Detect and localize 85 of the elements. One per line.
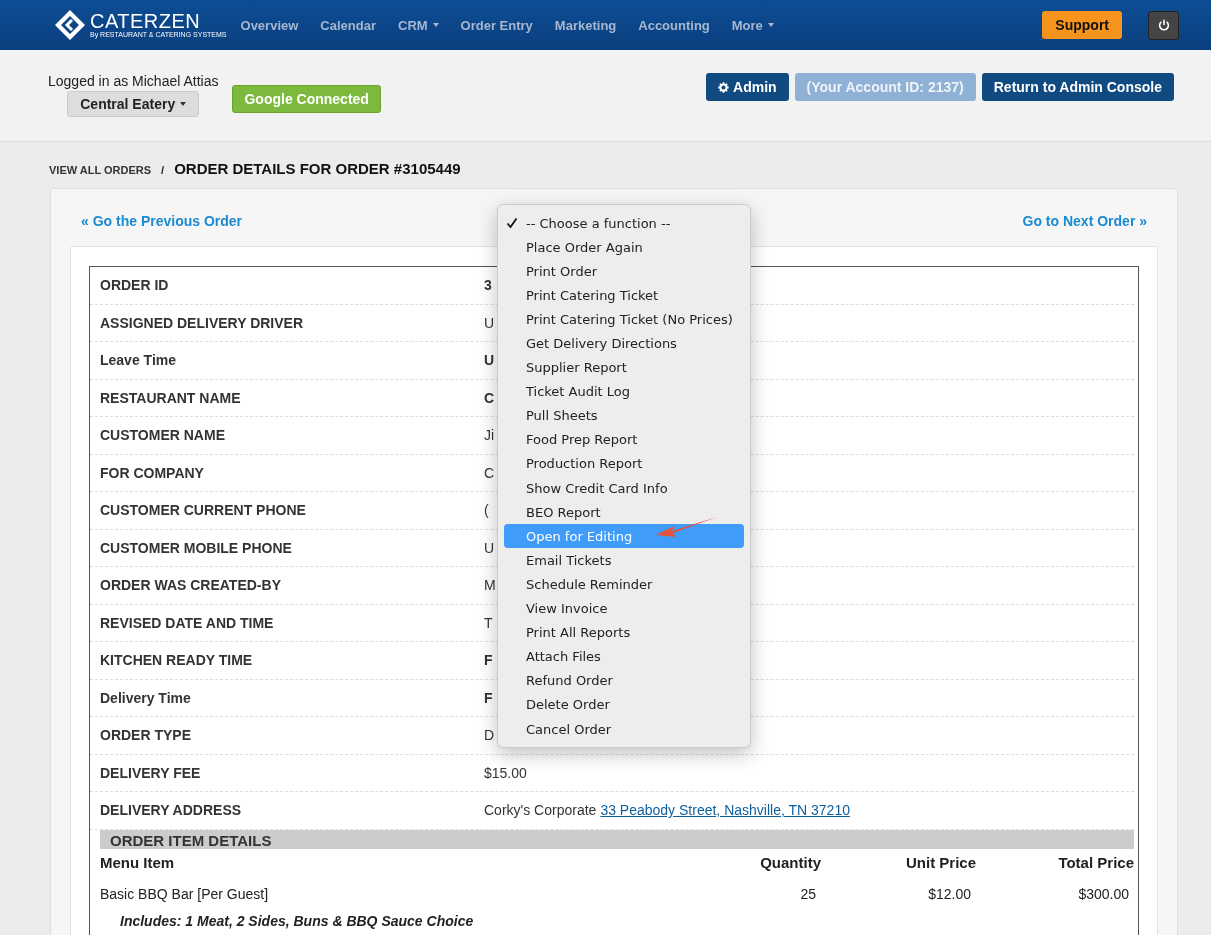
menu-item[interactable]: Place Order Again — [504, 235, 744, 260]
field-value: Ji — [484, 427, 495, 444]
field-value: T — [484, 614, 493, 631]
menu-item[interactable]: Print Catering Ticket (No Prices) — [504, 307, 744, 332]
item-note: Includes: 1 Meat, 2 Sides, Buns & BBQ Sauce Choice — [119, 911, 475, 931]
nav-link[interactable]: Accounting — [638, 17, 710, 33]
table-cell-text: $12.00 — [927, 885, 972, 902]
nav-link[interactable]: Order Entry — [460, 17, 533, 33]
address-link[interactable]: 33 Peabody Street, Nashville, TN 37210 — [600, 802, 850, 819]
field-label: CUSTOMER MOBILE PHONE — [100, 539, 293, 556]
menu-item[interactable]: -- Choose a function -- — [504, 211, 744, 236]
column-header: Menu Item — [100, 853, 176, 871]
nav-link[interactable]: More — [731, 17, 774, 33]
field-value: U — [484, 352, 495, 369]
field-label: DELIVERY FEE — [100, 764, 202, 781]
column-header: Total Price — [1057, 853, 1134, 871]
menu-item[interactable]: Refund Order — [504, 668, 744, 693]
field-label: CUSTOMER CURRENT PHONE — [100, 502, 307, 519]
field-value: ( — [484, 502, 489, 519]
field-label: Delivery Time — [100, 689, 192, 706]
section-header: ORDER ITEM DETAILS — [100, 829, 1134, 849]
menu-item[interactable]: BEO Report — [504, 500, 744, 525]
logo-name: CATERZEN — [90, 11, 202, 31]
menu-item[interactable]: Print Catering Ticket — [504, 283, 744, 308]
menu-item[interactable]: Email Tickets — [504, 548, 744, 573]
nav-link[interactable]: CRM — [398, 17, 439, 33]
nav-link[interactable]: Calendar — [320, 17, 376, 33]
field-label: RESTAURANT NAME — [100, 389, 242, 406]
field-label: ORDER TYPE — [100, 727, 192, 744]
location-dropdown[interactable]: Central Eatery — [67, 91, 200, 117]
menu-item[interactable]: Delete Order — [504, 692, 744, 717]
field-value: D — [484, 727, 495, 744]
table-cell-text: 25 — [799, 885, 817, 902]
menu-item[interactable]: Ticket Audit Log — [504, 379, 744, 404]
field-label: ORDER ID — [100, 277, 170, 294]
field-value: C — [484, 464, 495, 481]
menu-item[interactable]: Get Delivery Directions — [504, 331, 744, 356]
menu-item[interactable]: Print Order — [504, 259, 744, 284]
menu-item[interactable]: Production Report — [504, 451, 744, 477]
field-label: CUSTOMER NAME — [100, 427, 226, 444]
menu-item[interactable]: Show Credit Card Info — [504, 476, 744, 501]
menu-item[interactable]: Cancel Order — [504, 716, 744, 742]
field-value: 3 — [484, 277, 492, 294]
field-value: U — [484, 314, 495, 331]
logo-icon — [54, 9, 86, 41]
field-value: U — [484, 539, 495, 556]
field-label: KITCHEN READY TIME — [100, 652, 254, 669]
caret-icon — [180, 102, 187, 106]
field-label: DELIVERY ADDRESS — [100, 802, 243, 819]
field-label: ORDER WAS CREATED-BY — [100, 577, 282, 594]
logged-in-text: Logged in as Michael Attias — [48, 73, 219, 89]
field-label: FOR COMPANY — [100, 464, 205, 481]
column-header: Quantity — [759, 853, 821, 871]
annotation-arrow — [656, 516, 718, 539]
company-name: Corky's Corporate — [484, 802, 597, 819]
field-label: REVISED DATE AND TIME — [100, 614, 275, 631]
field-label: ASSIGNED DELIVERY DRIVER — [100, 314, 305, 331]
field-value: C — [484, 389, 495, 406]
field-value: M — [484, 577, 496, 594]
table-cell-text: $300.00 — [1077, 885, 1130, 902]
admin-button[interactable]: Admin — [706, 73, 789, 101]
menu-item[interactable]: Print All Reports — [504, 620, 744, 645]
page-title: ORDER DETAILS FOR ORDER #3105449 — [174, 160, 461, 177]
menu-item[interactable]: Food Prep Report — [504, 427, 744, 452]
power-icon — [1156, 18, 1171, 32]
menu-item[interactable]: Schedule Reminder — [504, 572, 744, 597]
table-cell-text: Basic BBQ Bar [Per Guest] — [100, 885, 270, 902]
nav-link[interactable]: Overview — [240, 17, 299, 33]
field-value: F — [484, 689, 493, 706]
gear-icon — [718, 81, 730, 93]
field-label: Leave Time — [100, 352, 177, 369]
field-value: $15.00 — [484, 764, 527, 781]
power-button[interactable] — [1148, 10, 1179, 40]
nav-link[interactable]: Marketing — [554, 17, 617, 33]
header-button[interactable]: Return to Admin Console — [981, 73, 1174, 101]
menu-item[interactable]: View Invoice — [504, 596, 744, 621]
menu-item[interactable]: Pull Sheets — [504, 403, 744, 428]
breadcrumb-separator: / — [161, 164, 165, 176]
menu-item[interactable]: Attach Files — [504, 644, 744, 669]
field-value: F — [484, 652, 493, 669]
checkmark-icon — [506, 217, 518, 230]
view-all-orders-link[interactable]: VIEW ALL ORDERS — [49, 164, 152, 176]
support-button[interactable]: Support — [1042, 11, 1122, 39]
menu-item[interactable]: Supplier Report — [504, 355, 744, 380]
column-header: Unit Price — [904, 853, 976, 871]
